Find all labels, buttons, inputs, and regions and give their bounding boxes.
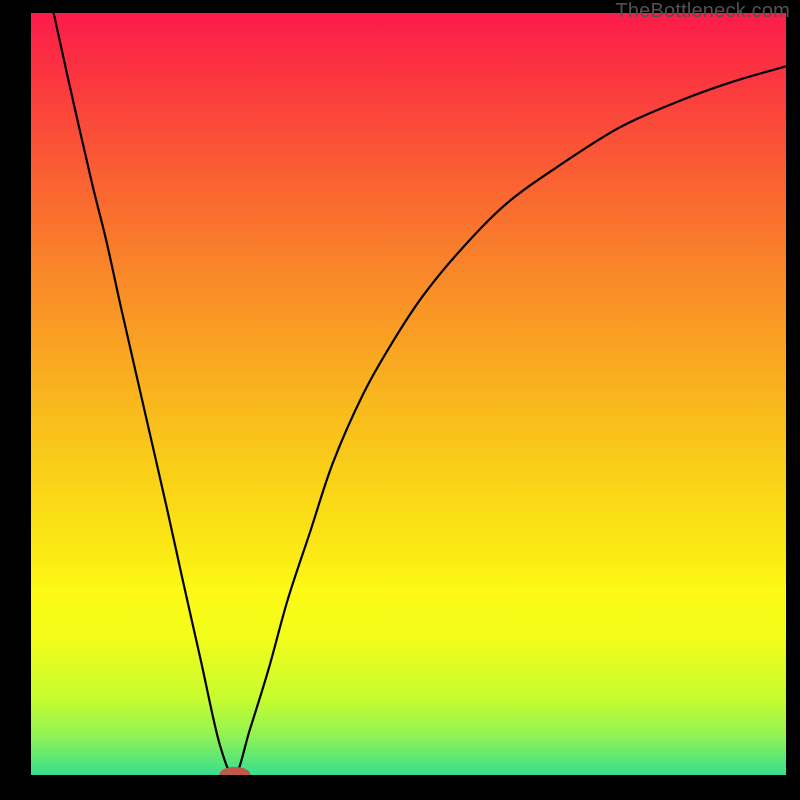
plot-svg <box>31 13 786 775</box>
plot-area <box>31 13 786 775</box>
chart-frame: TheBottleneck.com <box>0 0 800 800</box>
gradient-background <box>31 13 786 775</box>
attribution-text: TheBottleneck.com <box>615 0 790 23</box>
